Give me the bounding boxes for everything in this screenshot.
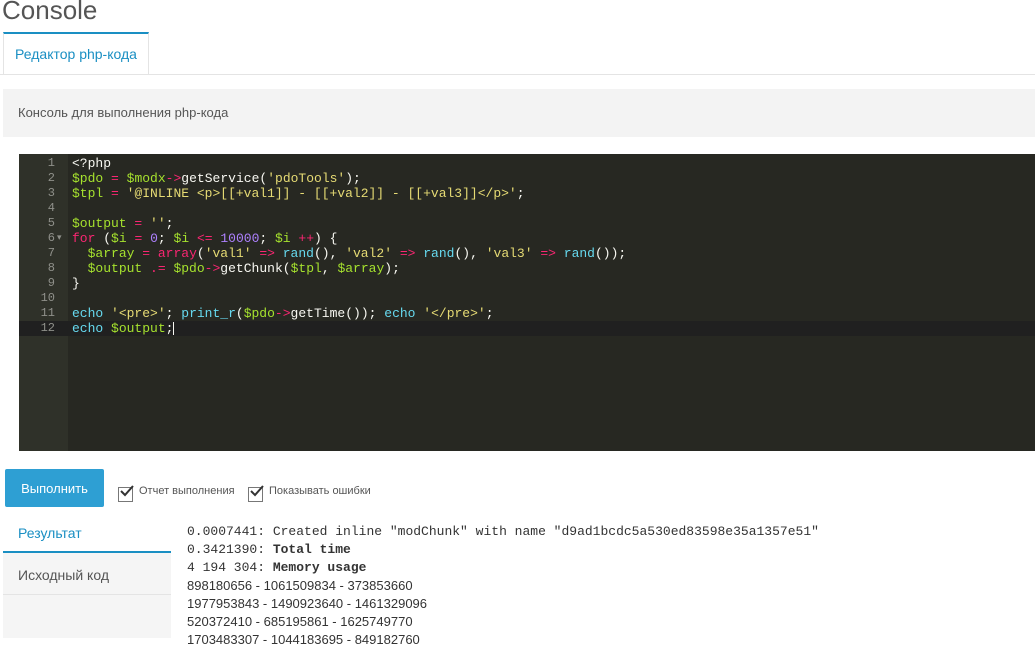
page-title: Console (2, 0, 98, 25)
log-time: 0.0007441: (187, 524, 266, 539)
line-number: 8 (47, 261, 55, 275)
line-number: 12 (40, 321, 55, 335)
result-tabs: Результат Исходный код (3, 513, 171, 638)
description-text: Консоль для выполнения php-кода (18, 105, 229, 120)
line-number: 2 (47, 171, 55, 185)
code-text: $array = array('val1' => rand(), 'val2' … (87, 246, 627, 261)
line-number: 10 (40, 291, 55, 305)
code-text: <?php (72, 156, 112, 171)
output-line: 1703483307 - 1044183695 - 849182760 (187, 632, 420, 647)
line-number: 4 (47, 201, 55, 215)
code-line[interactable]: 3 $tpl = '@INLINE <p>[[+val1]] - [[+val2]… (19, 186, 1035, 201)
tab-bar: Редактор php-кода (0, 32, 1035, 75)
result-output: 0.0007441: Created inline "modChunk" wit… (187, 523, 1027, 649)
code-line[interactable]: 4 (19, 201, 1035, 216)
code-line[interactable]: 10 (19, 291, 1035, 306)
log-row: 0.0007441: Created inline "modChunk" wit… (187, 523, 1027, 541)
code-line[interactable]: 5 $output = ''; (19, 216, 1035, 231)
errors-checkbox[interactable]: Показывать ошибки (248, 483, 371, 502)
text-cursor (173, 322, 175, 336)
line-number: 5 (47, 216, 55, 230)
run-button[interactable]: Выполнить (5, 469, 104, 507)
code-text: $output .= $pdo->getChunk($tpl, $array); (87, 261, 400, 276)
code-line[interactable]: 1 <?php (19, 156, 1035, 171)
report-checkbox-label: Отчет выполнения (139, 485, 235, 497)
code-text: $output = ''; (72, 216, 174, 231)
line-number: 6 (47, 231, 55, 245)
output-line: 520372410 - 685195861 - 1625749770 (187, 614, 413, 629)
output-line: 898180656 - 1061509834 - 373853660 (187, 578, 413, 593)
code-line[interactable]: 12 echo $output; (19, 321, 1035, 336)
line-number: 9 (47, 276, 55, 290)
code-line[interactable]: 8 $output .= $pdo->getChunk($tpl, $array… (19, 261, 1035, 276)
line-number: 1 (47, 156, 55, 170)
line-number: 11 (40, 306, 55, 320)
code-line[interactable]: 7 $array = array('val1' => rand(), 'val2… (19, 246, 1035, 261)
code-text: echo $output; (72, 321, 175, 336)
code-text: echo '<pre>'; print_r($pdo->getTime()); … (72, 306, 494, 321)
tab-php-editor[interactable]: Редактор php-кода (3, 32, 149, 74)
line-number: 3 (47, 186, 55, 200)
code-text: $tpl = '@INLINE <p>[[+val1]] - [[+val2]]… (72, 186, 525, 201)
code-line[interactable]: 2 $pdo = $modx->getService('pdoTools'); (19, 171, 1035, 186)
log-message: Total time (272, 542, 351, 557)
code-line[interactable]: 9} (19, 276, 1035, 291)
code-editor[interactable]: 1 <?php 2 $pdo = $modx->getService('pdoTool… (19, 154, 1035, 451)
checkbox-checked-icon[interactable] (248, 484, 264, 502)
code-text: $pdo = $modx->getService('pdoTools'); (72, 171, 361, 186)
log-row: 4 194 304: Memory usage (187, 559, 1027, 577)
code-line[interactable]: 6 ▾ for ($i = 0; $i <= 10000; $i ++) { (19, 231, 1035, 246)
code-text: } (72, 276, 80, 291)
report-checkbox[interactable]: Отчет выполнения (118, 483, 235, 502)
code-text: for ($i = 0; $i <= 10000; $i ++) { (72, 231, 338, 246)
log-message: Created inline "modChunk" with name "d9a… (272, 524, 819, 539)
description-panel: Консоль для выполнения php-кода (3, 89, 1035, 137)
tab-source-code[interactable]: Исходный код (3, 555, 171, 595)
fold-arrow-icon[interactable]: ▾ (57, 231, 62, 246)
log-row: 0.3421390: Total time (187, 541, 1027, 559)
code-line[interactable]: 11 echo '<pre>'; print_r($pdo->getTime())… (19, 306, 1035, 321)
line-number: 7 (47, 246, 55, 260)
checkbox-checked-icon[interactable] (118, 484, 134, 502)
output-line: 1977953843 - 1490923640 - 1461329096 (187, 596, 428, 611)
log-time: 4 194 304: (187, 560, 266, 575)
log-time: 0.3421390: (187, 542, 266, 557)
errors-checkbox-label: Показывать ошибки (269, 485, 371, 497)
log-message: Memory usage (272, 560, 367, 575)
tab-result[interactable]: Результат (3, 513, 171, 553)
